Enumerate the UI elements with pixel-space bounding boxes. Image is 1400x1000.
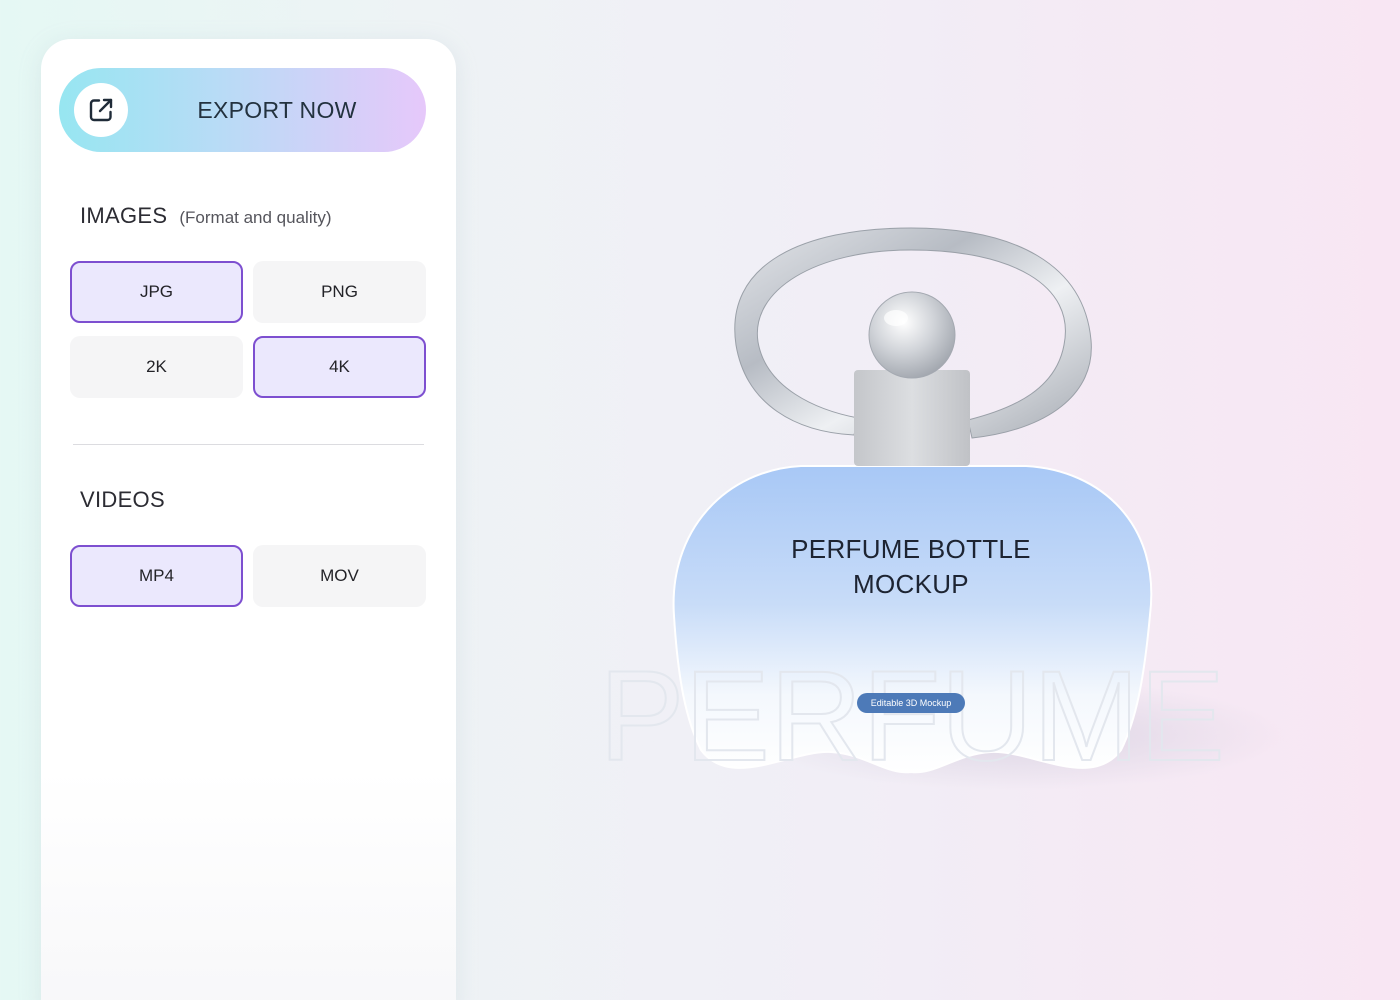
export-icon-badge <box>74 83 128 137</box>
videos-section-title: VIDEOS <box>80 487 165 512</box>
editable-mockup-badge: Editable 3D Mockup <box>857 693 965 713</box>
export-now-label: EXPORT NOW <box>197 97 357 123</box>
image-option-png[interactable]: PNG <box>253 261 426 323</box>
bottle-title-line-2: MOCKUP <box>853 569 969 599</box>
image-option-2k[interactable]: 2K <box>70 336 243 398</box>
mockup-preview: PERFUME PERFUME BOTTLE MOCKUP Editable 3… <box>456 0 1400 1000</box>
images-subtitle: (Format and quality) <box>179 208 332 227</box>
image-option-jpg[interactable]: JPG <box>70 261 243 323</box>
video-option-mp4[interactable]: MP4 <box>70 545 243 607</box>
export-panel: EXPORT NOW IMAGES (Format and quality) JP… <box>41 39 456 1000</box>
section-divider <box>73 444 424 445</box>
bottle-title-line-1: PERFUME BOTTLE <box>791 534 1031 564</box>
external-link-icon <box>89 98 113 122</box>
export-now-button[interactable]: EXPORT NOW <box>59 68 426 152</box>
images-title: IMAGES <box>80 203 168 228</box>
bottle-title: PERFUME BOTTLE MOCKUP <box>756 532 1066 602</box>
video-option-mov[interactable]: MOV <box>253 545 426 607</box>
perfume-bottle-illustration: PERFUME <box>598 227 1286 790</box>
image-option-4k[interactable]: 4K <box>253 336 426 398</box>
images-section-title: IMAGES (Format and quality) <box>80 203 332 229</box>
bottle-watermark-text: PERFUME <box>599 645 1225 788</box>
